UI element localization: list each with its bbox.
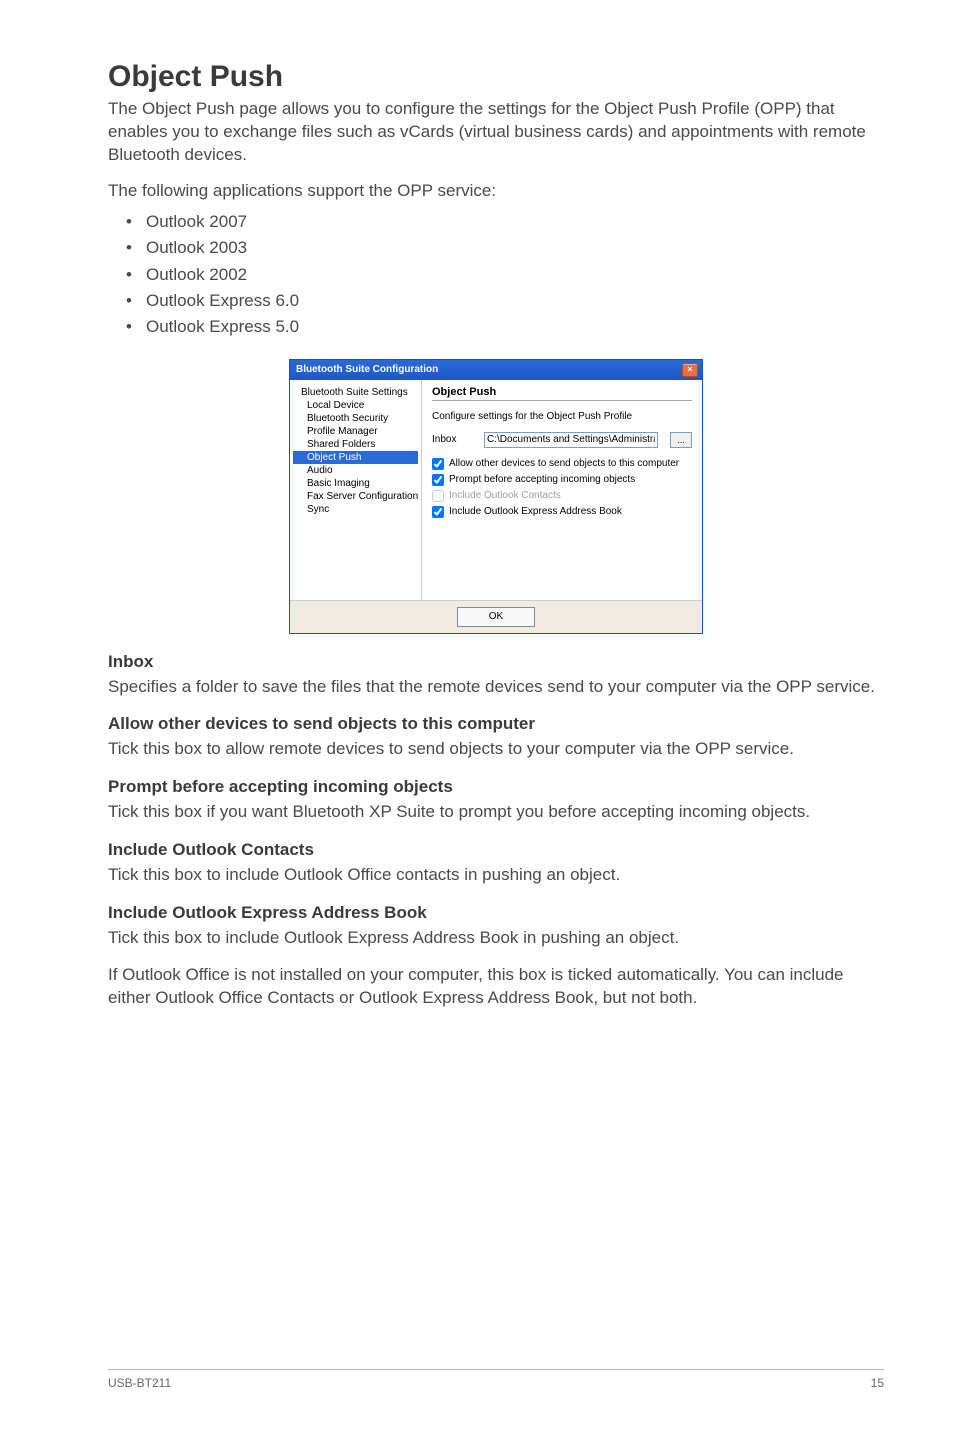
tree-root[interactable]: Bluetooth Suite Settings (293, 386, 418, 399)
checkbox-express-label: Include Outlook Express Address Book (449, 506, 622, 517)
tree-item-sync[interactable]: Sync (293, 503, 418, 516)
tree-item-shared-folders[interactable]: Shared Folders (293, 438, 418, 451)
checkbox-contacts-label: Include Outlook Contacts (449, 490, 561, 501)
section-prompt-heading: Prompt before accepting incoming objects (108, 777, 884, 797)
list-item: Outlook Express 5.0 (126, 314, 884, 340)
tree-item-local-device[interactable]: Local Device (293, 399, 418, 412)
page-title: Object Push (108, 60, 884, 94)
checkbox-express[interactable]: Include Outlook Express Address Book (432, 506, 692, 518)
panel-title: Object Push (432, 386, 692, 398)
checkbox-contacts: Include Outlook Contacts (432, 490, 692, 502)
section-inbox-heading: Inbox (108, 652, 884, 672)
tree-item-object-push[interactable]: Object Push (293, 451, 418, 464)
footer-separator (108, 1369, 884, 1370)
footer-page-number: 15 (871, 1376, 884, 1390)
section-inbox-body: Specifies a folder to save the files tha… (108, 676, 884, 699)
list-item: Outlook 2002 (126, 262, 884, 288)
section-prompt-body: Tick this box if you want Bluetooth XP S… (108, 801, 884, 824)
tree-item-basic-imaging[interactable]: Basic Imaging (293, 477, 418, 490)
support-line: The following applications support the O… (108, 181, 884, 201)
section-contacts-heading: Include Outlook Contacts (108, 840, 884, 860)
checkbox-express-input[interactable] (432, 506, 444, 518)
panel-description: Configure settings for the Object Push P… (432, 411, 692, 422)
checkbox-allow[interactable]: Allow other devices to send objects to t… (432, 458, 692, 470)
panel-separator (432, 400, 692, 401)
page-footer: USB-BT211 15 (108, 1369, 884, 1390)
inbox-label: Inbox (432, 434, 472, 445)
app-list: Outlook 2007 Outlook 2003 Outlook 2002 O… (126, 209, 884, 341)
footer-product: USB-BT211 (108, 1376, 171, 1390)
screenshot-wrapper: Bluetooth Suite Configuration × Bluetoot… (108, 359, 884, 634)
checkbox-prompt[interactable]: Prompt before accepting incoming objects (432, 474, 692, 486)
button-bar: OK (290, 600, 702, 633)
checkbox-prompt-input[interactable] (432, 474, 444, 486)
browse-button[interactable]: ... (670, 432, 692, 448)
inbox-input[interactable] (484, 432, 658, 448)
tree-item-audio[interactable]: Audio (293, 464, 418, 477)
settings-panel: Object Push Configure settings for the O… (422, 380, 702, 600)
section-express-body2: If Outlook Office is not installed on yo… (108, 964, 884, 1010)
section-express-body1: Tick this box to include Outlook Express… (108, 927, 884, 950)
checkbox-allow-label: Allow other devices to send objects to t… (449, 458, 679, 469)
nav-tree: Bluetooth Suite Settings Local Device Bl… (290, 380, 422, 600)
section-allow-body: Tick this box to allow remote devices to… (108, 738, 884, 761)
tree-item-bluetooth-security[interactable]: Bluetooth Security (293, 412, 418, 425)
tree-item-fax-server[interactable]: Fax Server Configuration (293, 490, 418, 503)
checkbox-allow-input[interactable] (432, 458, 444, 470)
intro-paragraph: The Object Push page allows you to confi… (108, 98, 884, 167)
section-allow-heading: Allow other devices to send objects to t… (108, 714, 884, 734)
config-window: Bluetooth Suite Configuration × Bluetoot… (289, 359, 703, 634)
section-express-heading: Include Outlook Express Address Book (108, 903, 884, 923)
section-contacts-body: Tick this box to include Outlook Office … (108, 864, 884, 887)
ok-button[interactable]: OK (457, 607, 535, 627)
list-item: Outlook 2003 (126, 235, 884, 261)
checkbox-contacts-input (432, 490, 444, 502)
window-titlebar: Bluetooth Suite Configuration × (290, 360, 702, 380)
window-title: Bluetooth Suite Configuration (296, 364, 438, 375)
list-item: Outlook 2007 (126, 209, 884, 235)
close-icon[interactable]: × (682, 363, 698, 377)
tree-item-profile-manager[interactable]: Profile Manager (293, 425, 418, 438)
checkbox-prompt-label: Prompt before accepting incoming objects (449, 474, 635, 485)
list-item: Outlook Express 6.0 (126, 288, 884, 314)
